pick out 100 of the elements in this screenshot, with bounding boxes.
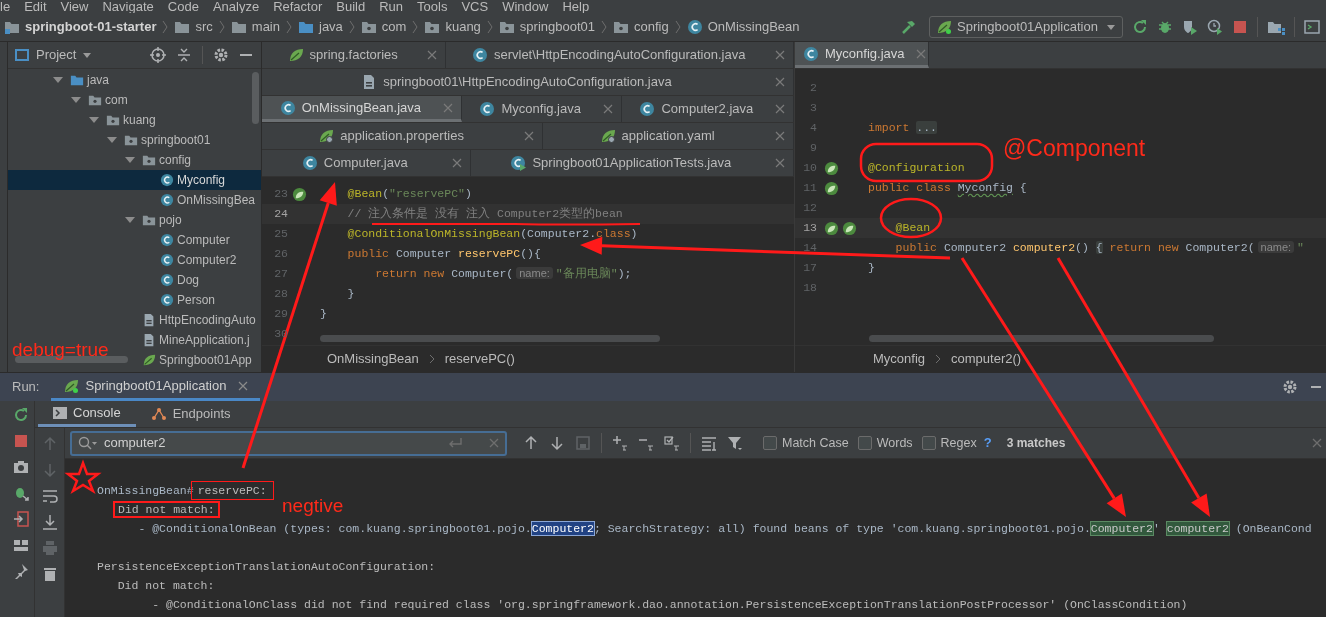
bean-icon[interactable] bbox=[824, 160, 839, 176]
tree-item[interactable]: Computer bbox=[142, 230, 230, 250]
tree-item[interactable]: Dog bbox=[142, 270, 199, 290]
close-icon[interactable] bbox=[524, 131, 535, 141]
breadcrumb-item[interactable]: src bbox=[174, 17, 213, 37]
sign-in-icon[interactable] bbox=[13, 511, 29, 527]
breadcrumb-item[interactable]: OnMissingBean bbox=[686, 17, 800, 37]
menu-item[interactable]: Refactor bbox=[266, 0, 330, 13]
editor-tab[interactable]: Computer2.java bbox=[621, 96, 794, 122]
select-occurrences-icon[interactable] bbox=[664, 435, 680, 451]
tree-item[interactable]: Person bbox=[142, 290, 216, 310]
menu-item[interactable]: Build bbox=[329, 0, 373, 13]
collapse-icon[interactable] bbox=[176, 47, 192, 63]
menu-item[interactable]: Help bbox=[555, 0, 597, 13]
menu-item[interactable]: Code bbox=[160, 0, 206, 13]
scrollbar-thumb[interactable] bbox=[252, 72, 259, 124]
close-icon[interactable] bbox=[427, 50, 438, 60]
breadcrumb-item[interactable]: springboot-01-starter bbox=[4, 17, 157, 37]
rerun-icon[interactable] bbox=[13, 407, 29, 423]
text-lines-icon[interactable] bbox=[701, 435, 717, 451]
menu-item[interactable]: Run bbox=[372, 0, 411, 13]
breadcrumb-item[interactable]: reservePC() bbox=[444, 349, 515, 369]
menu-item[interactable]: Navigate bbox=[95, 0, 161, 13]
editor-tab[interactable]: application.properties bbox=[262, 123, 544, 149]
soft-wrap-icon[interactable] bbox=[41, 488, 58, 504]
clock-run-icon[interactable] bbox=[1207, 19, 1223, 35]
tree-item[interactable]: java bbox=[52, 70, 109, 90]
layout-icon[interactable] bbox=[13, 537, 29, 553]
editor-tab[interactable]: application.yaml bbox=[543, 123, 794, 149]
close-icon[interactable] bbox=[775, 131, 786, 141]
menu-item[interactable]: VCS bbox=[454, 0, 496, 13]
down-arrow-icon[interactable] bbox=[549, 435, 565, 451]
tree-item[interactable]: HttpEncodingAuto bbox=[124, 310, 256, 330]
editor-tab[interactable]: OnMissingBean.java bbox=[262, 96, 462, 122]
bean-icon[interactable] bbox=[292, 186, 307, 202]
stop-icon[interactable] bbox=[1232, 19, 1248, 35]
tree-item[interactable]: Computer2 bbox=[142, 250, 237, 270]
scrollbar-thumb[interactable] bbox=[869, 335, 1214, 342]
project-view-dropdown[interactable]: Project bbox=[14, 45, 93, 65]
close-icon[interactable] bbox=[775, 77, 785, 87]
breadcrumb-item[interactable]: config bbox=[613, 17, 669, 37]
pin-icon[interactable] bbox=[13, 563, 29, 579]
target-icon[interactable] bbox=[150, 47, 166, 63]
bean-icon[interactable] bbox=[824, 180, 839, 196]
camera-icon[interactable] bbox=[13, 459, 29, 475]
checkbox[interactable]: Regex bbox=[921, 433, 977, 453]
stop-icon[interactable] bbox=[13, 433, 29, 449]
close-icon[interactable] bbox=[1312, 438, 1322, 448]
tree-item[interactable]: springboot01 bbox=[106, 130, 211, 150]
tree-item[interactable]: com bbox=[70, 90, 128, 110]
checkbox[interactable]: Words bbox=[857, 433, 913, 453]
menu-item[interactable]: le bbox=[0, 0, 18, 13]
terminal-icon[interactable] bbox=[1304, 19, 1320, 35]
menu-item[interactable]: Edit bbox=[17, 0, 54, 13]
breadcrumb-item[interactable]: OnMissingBean bbox=[327, 349, 419, 369]
editor-tab[interactable]: Computer.java bbox=[262, 150, 471, 176]
close-icon[interactable] bbox=[775, 158, 785, 168]
rerun-icon[interactable] bbox=[1132, 19, 1148, 35]
menu-item[interactable]: Tools bbox=[410, 0, 455, 13]
tree-item[interactable]: OnMissingBea bbox=[142, 190, 256, 210]
bean-icon[interactable] bbox=[824, 220, 839, 236]
close-icon[interactable] bbox=[602, 104, 613, 114]
bean-icon[interactable] bbox=[842, 220, 857, 236]
breadcrumb-item[interactable]: com bbox=[360, 17, 407, 37]
trash-icon[interactable] bbox=[41, 566, 58, 582]
tree-item[interactable]: config bbox=[124, 150, 192, 170]
breadcrumb-item[interactable]: computer2() bbox=[951, 349, 1022, 369]
tree-item[interactable]: kuang bbox=[88, 110, 156, 130]
tree-item[interactable]: Springboot01App bbox=[124, 350, 252, 370]
close-icon[interactable] bbox=[775, 104, 785, 114]
tree-item[interactable]: Myconfig bbox=[8, 170, 261, 190]
breadcrumb-item[interactable]: kuang bbox=[424, 17, 481, 37]
add-occurrence-icon[interactable] bbox=[612, 435, 628, 451]
bug-icon[interactable] bbox=[13, 485, 29, 501]
settings-icon[interactable] bbox=[213, 47, 229, 63]
scroll-to-end-icon[interactable] bbox=[41, 514, 58, 530]
filter-icon[interactable] bbox=[727, 435, 743, 451]
run-configuration-dropdown[interactable]: Springboot01Application bbox=[929, 16, 1123, 38]
bug-icon[interactable] bbox=[1157, 19, 1173, 35]
menu-item[interactable]: Analyze bbox=[205, 0, 267, 13]
breadcrumb-item[interactable]: springboot01 bbox=[498, 17, 595, 37]
help-link[interactable]: ? bbox=[983, 433, 992, 453]
close-icon[interactable] bbox=[451, 158, 462, 168]
close-icon[interactable] bbox=[238, 380, 249, 391]
tree-item[interactable]: pojo bbox=[124, 210, 182, 230]
checkbox[interactable]: Match Case bbox=[763, 433, 849, 453]
editor-tab[interactable]: Springboot01ApplicationTests.java bbox=[470, 150, 794, 176]
settings-icon[interactable] bbox=[1282, 379, 1298, 395]
scrollbar-thumb[interactable] bbox=[320, 335, 660, 342]
up-arrow-icon[interactable] bbox=[523, 435, 539, 451]
breadcrumb-item[interactable]: main bbox=[230, 17, 280, 37]
close-icon[interactable] bbox=[775, 50, 785, 60]
menu-item[interactable]: View bbox=[53, 0, 96, 13]
folder-grid-icon[interactable] bbox=[1267, 19, 1285, 35]
hammer-icon[interactable] bbox=[900, 19, 916, 35]
breadcrumb-item[interactable]: java bbox=[298, 17, 343, 37]
breadcrumb-item[interactable]: Myconfig bbox=[873, 349, 926, 369]
shield-run-icon[interactable] bbox=[1182, 19, 1198, 35]
editor-tab[interactable]: spring.factories bbox=[262, 42, 447, 68]
menu-item[interactable]: Window bbox=[495, 0, 556, 13]
